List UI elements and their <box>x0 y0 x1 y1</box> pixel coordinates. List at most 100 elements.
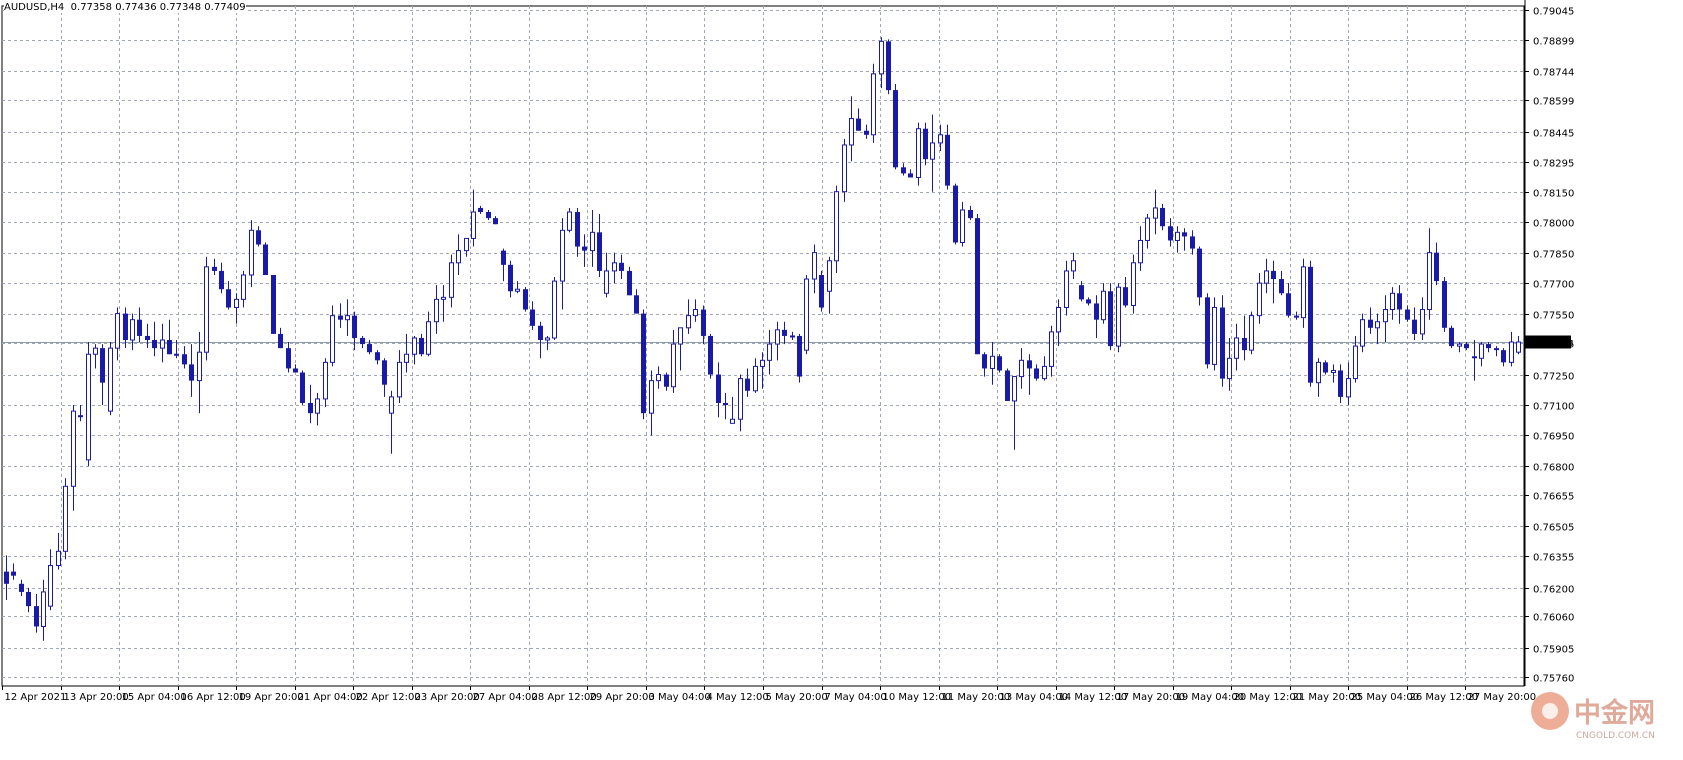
candle <box>1079 281 1084 302</box>
candle <box>71 405 76 511</box>
candle-body-bull <box>130 319 135 341</box>
open-value: 0.77358 <box>70 2 113 13</box>
candle <box>686 299 691 334</box>
candle <box>1064 260 1069 316</box>
candle <box>575 207 580 257</box>
candle-body-bull <box>738 378 743 420</box>
y-tick-label: 0.75760 <box>1533 674 1574 685</box>
candle-body-bull <box>1316 361 1321 384</box>
candle <box>693 299 698 322</box>
y-tick-label: 0.77550 <box>1533 311 1574 322</box>
candle <box>382 358 387 397</box>
candle-body-bear <box>189 364 194 381</box>
candle-body-bear <box>1034 368 1039 379</box>
candle-body-bull <box>434 298 439 323</box>
candle <box>212 258 217 275</box>
candle-body-bull <box>1353 345 1358 380</box>
candle <box>48 549 53 611</box>
candle-body-bull <box>1056 306 1061 333</box>
candle-body-bull <box>812 252 817 280</box>
candle <box>1397 285 1402 324</box>
candle-body-bull <box>174 353 179 356</box>
candle <box>1234 323 1239 371</box>
y-tick-label: 0.78150 <box>1533 189 1574 200</box>
candle-body-bull <box>930 142 935 160</box>
candle <box>797 333 802 383</box>
candle <box>908 169 913 178</box>
candle-body-bull <box>804 278 809 351</box>
candle-body-bull <box>590 231 595 252</box>
candle <box>723 392 728 420</box>
candle-body-bull <box>560 229 565 282</box>
x-tick-label: 21 Apr 04:00 <box>298 692 363 703</box>
candle <box>1212 297 1217 371</box>
candle <box>456 234 461 275</box>
candle <box>426 311 431 357</box>
candle-body-bull <box>990 355 995 369</box>
candle <box>1160 203 1165 231</box>
candle-body-bull <box>1101 290 1106 321</box>
candle-body-bull <box>56 550 61 567</box>
candle-body-bear <box>627 270 632 296</box>
candle <box>1383 295 1388 343</box>
candle <box>671 329 676 393</box>
candle <box>775 321 780 361</box>
candle-body-bull <box>834 191 839 262</box>
candle <box>982 352 987 377</box>
candle-body-bear <box>308 402 313 414</box>
candle <box>1056 299 1061 347</box>
candle-body-bull <box>456 250 461 264</box>
candle-body-bull <box>1042 365 1047 380</box>
candle <box>1249 311 1254 355</box>
x-tick-label: 22 Apr 12:00 <box>356 692 421 703</box>
candle <box>1242 315 1247 361</box>
y-tick-label: 0.78000 <box>1533 219 1574 230</box>
x-tick-label: 5 May 20:00 <box>766 692 828 703</box>
candle-body-bear <box>1279 279 1284 294</box>
candle-body-bull <box>1227 357 1232 380</box>
candle <box>916 122 921 186</box>
candle-body-bull <box>1212 306 1217 365</box>
candle-body-bear <box>152 340 157 349</box>
candle <box>293 364 298 373</box>
candle-body-bear <box>1168 226 1173 241</box>
candle <box>1108 283 1113 351</box>
candle <box>1042 356 1047 381</box>
candle-body-bear <box>338 315 343 320</box>
candle-body-bear <box>11 571 16 576</box>
candle-body-bear <box>968 209 973 219</box>
candle <box>1094 295 1099 338</box>
candle <box>708 333 713 379</box>
candle <box>590 209 595 267</box>
candle <box>804 274 809 355</box>
candle-body-bear <box>664 374 669 387</box>
candle <box>1005 368 1010 401</box>
candle-body-bull <box>1064 270 1069 308</box>
candle-body-bull <box>612 262 617 272</box>
candle <box>1116 283 1121 353</box>
candle <box>893 84 898 170</box>
candle-body-bull <box>1346 378 1351 398</box>
candle-body-bear <box>219 270 224 290</box>
candle <box>1390 287 1395 320</box>
candle-body-bear <box>300 372 305 403</box>
candle <box>286 342 291 373</box>
candle <box>730 396 735 424</box>
candle-body-bull <box>1138 239 1143 264</box>
candle <box>226 281 231 310</box>
candle-body-bull <box>464 237 469 252</box>
candle <box>308 384 313 424</box>
x-tick-label: 27 Apr 04:00 <box>473 692 538 703</box>
price-chart[interactable]: 0.79045 0.78899 0.78744 0.78599 0.78445 0.782… <box>0 0 1683 760</box>
candle-body-bear <box>1005 370 1010 401</box>
candle-body-bull <box>1049 331 1054 367</box>
candle-body-bull <box>879 40 884 75</box>
candle <box>945 124 950 190</box>
candle-body-bear <box>100 348 105 383</box>
candle-body-bull <box>1479 343 1484 359</box>
candle <box>419 333 424 357</box>
candle-body-bull <box>552 280 557 339</box>
candle-body-bull <box>1375 321 1380 329</box>
candle <box>1479 342 1484 367</box>
candle-body-bull <box>1509 341 1514 363</box>
